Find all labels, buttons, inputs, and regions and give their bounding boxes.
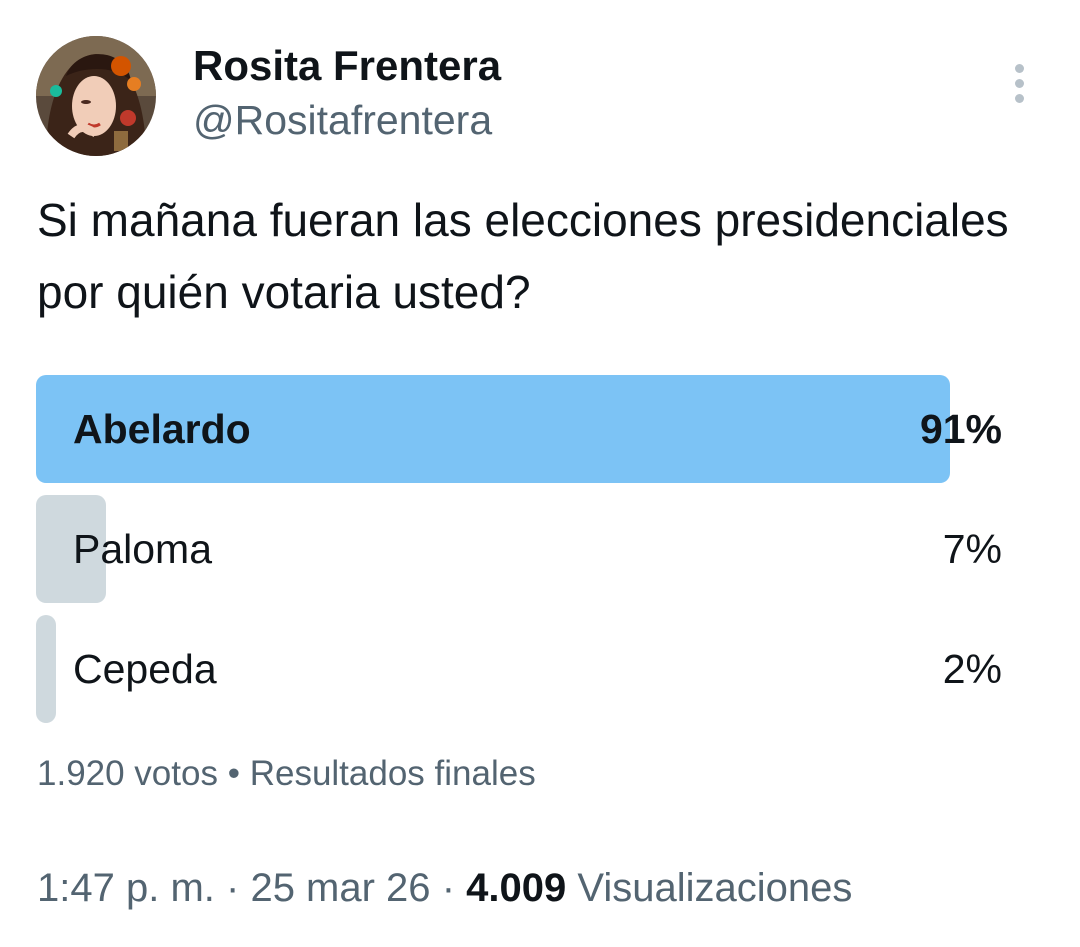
poll-vote-count: 1.920 votos bbox=[37, 754, 218, 793]
poll-option-label: Abelardo bbox=[73, 406, 251, 452]
poll-summary-separator: • bbox=[227, 754, 240, 793]
tweet-text: Si mañana fueran las elecciones presiden… bbox=[37, 194, 1009, 318]
more-vertical-icon bbox=[1015, 64, 1024, 73]
poll-option-abelardo: Abelardo 91% bbox=[36, 375, 1002, 483]
more-vertical-icon-dot bbox=[1015, 79, 1024, 88]
poll-option-paloma: Paloma 7% bbox=[36, 495, 1002, 603]
views-label: Visualizaciones bbox=[577, 866, 853, 910]
poll-option-percent: 2% bbox=[942, 646, 1002, 692]
meta-separator: · bbox=[441, 866, 456, 910]
tweet-meta: 1:47 p. m. · 25 mar 26 · 4.009 Visualiza… bbox=[37, 860, 852, 916]
poll-option-cepeda: Cepeda 2% bbox=[36, 615, 1002, 723]
poll-option-label: Paloma bbox=[73, 526, 213, 572]
views-count: 4.009 bbox=[466, 866, 567, 910]
poll-option-percent: 7% bbox=[942, 526, 1002, 572]
poll-status: Resultados finales bbox=[249, 754, 536, 793]
avatar[interactable] bbox=[36, 36, 156, 156]
more-options-button[interactable] bbox=[1000, 58, 1040, 110]
poll-bar bbox=[36, 615, 56, 723]
tweet-time[interactable]: 1:47 p. m. bbox=[37, 866, 215, 910]
author-handle[interactable]: @Rositafrentera bbox=[193, 92, 492, 148]
poll-summary: 1.920 votos • Resultados finales bbox=[37, 750, 536, 798]
author-display-name[interactable]: Rosita Frentera bbox=[193, 38, 501, 94]
more-vertical-icon-dot bbox=[1015, 94, 1024, 103]
meta-separator: · bbox=[226, 866, 240, 910]
avatar-illustration bbox=[36, 36, 156, 156]
tweet-date[interactable]: 25 mar 26 bbox=[250, 866, 430, 910]
poll-option-percent: 91% bbox=[919, 406, 1002, 452]
poll-option-label: Cepeda bbox=[73, 646, 217, 692]
